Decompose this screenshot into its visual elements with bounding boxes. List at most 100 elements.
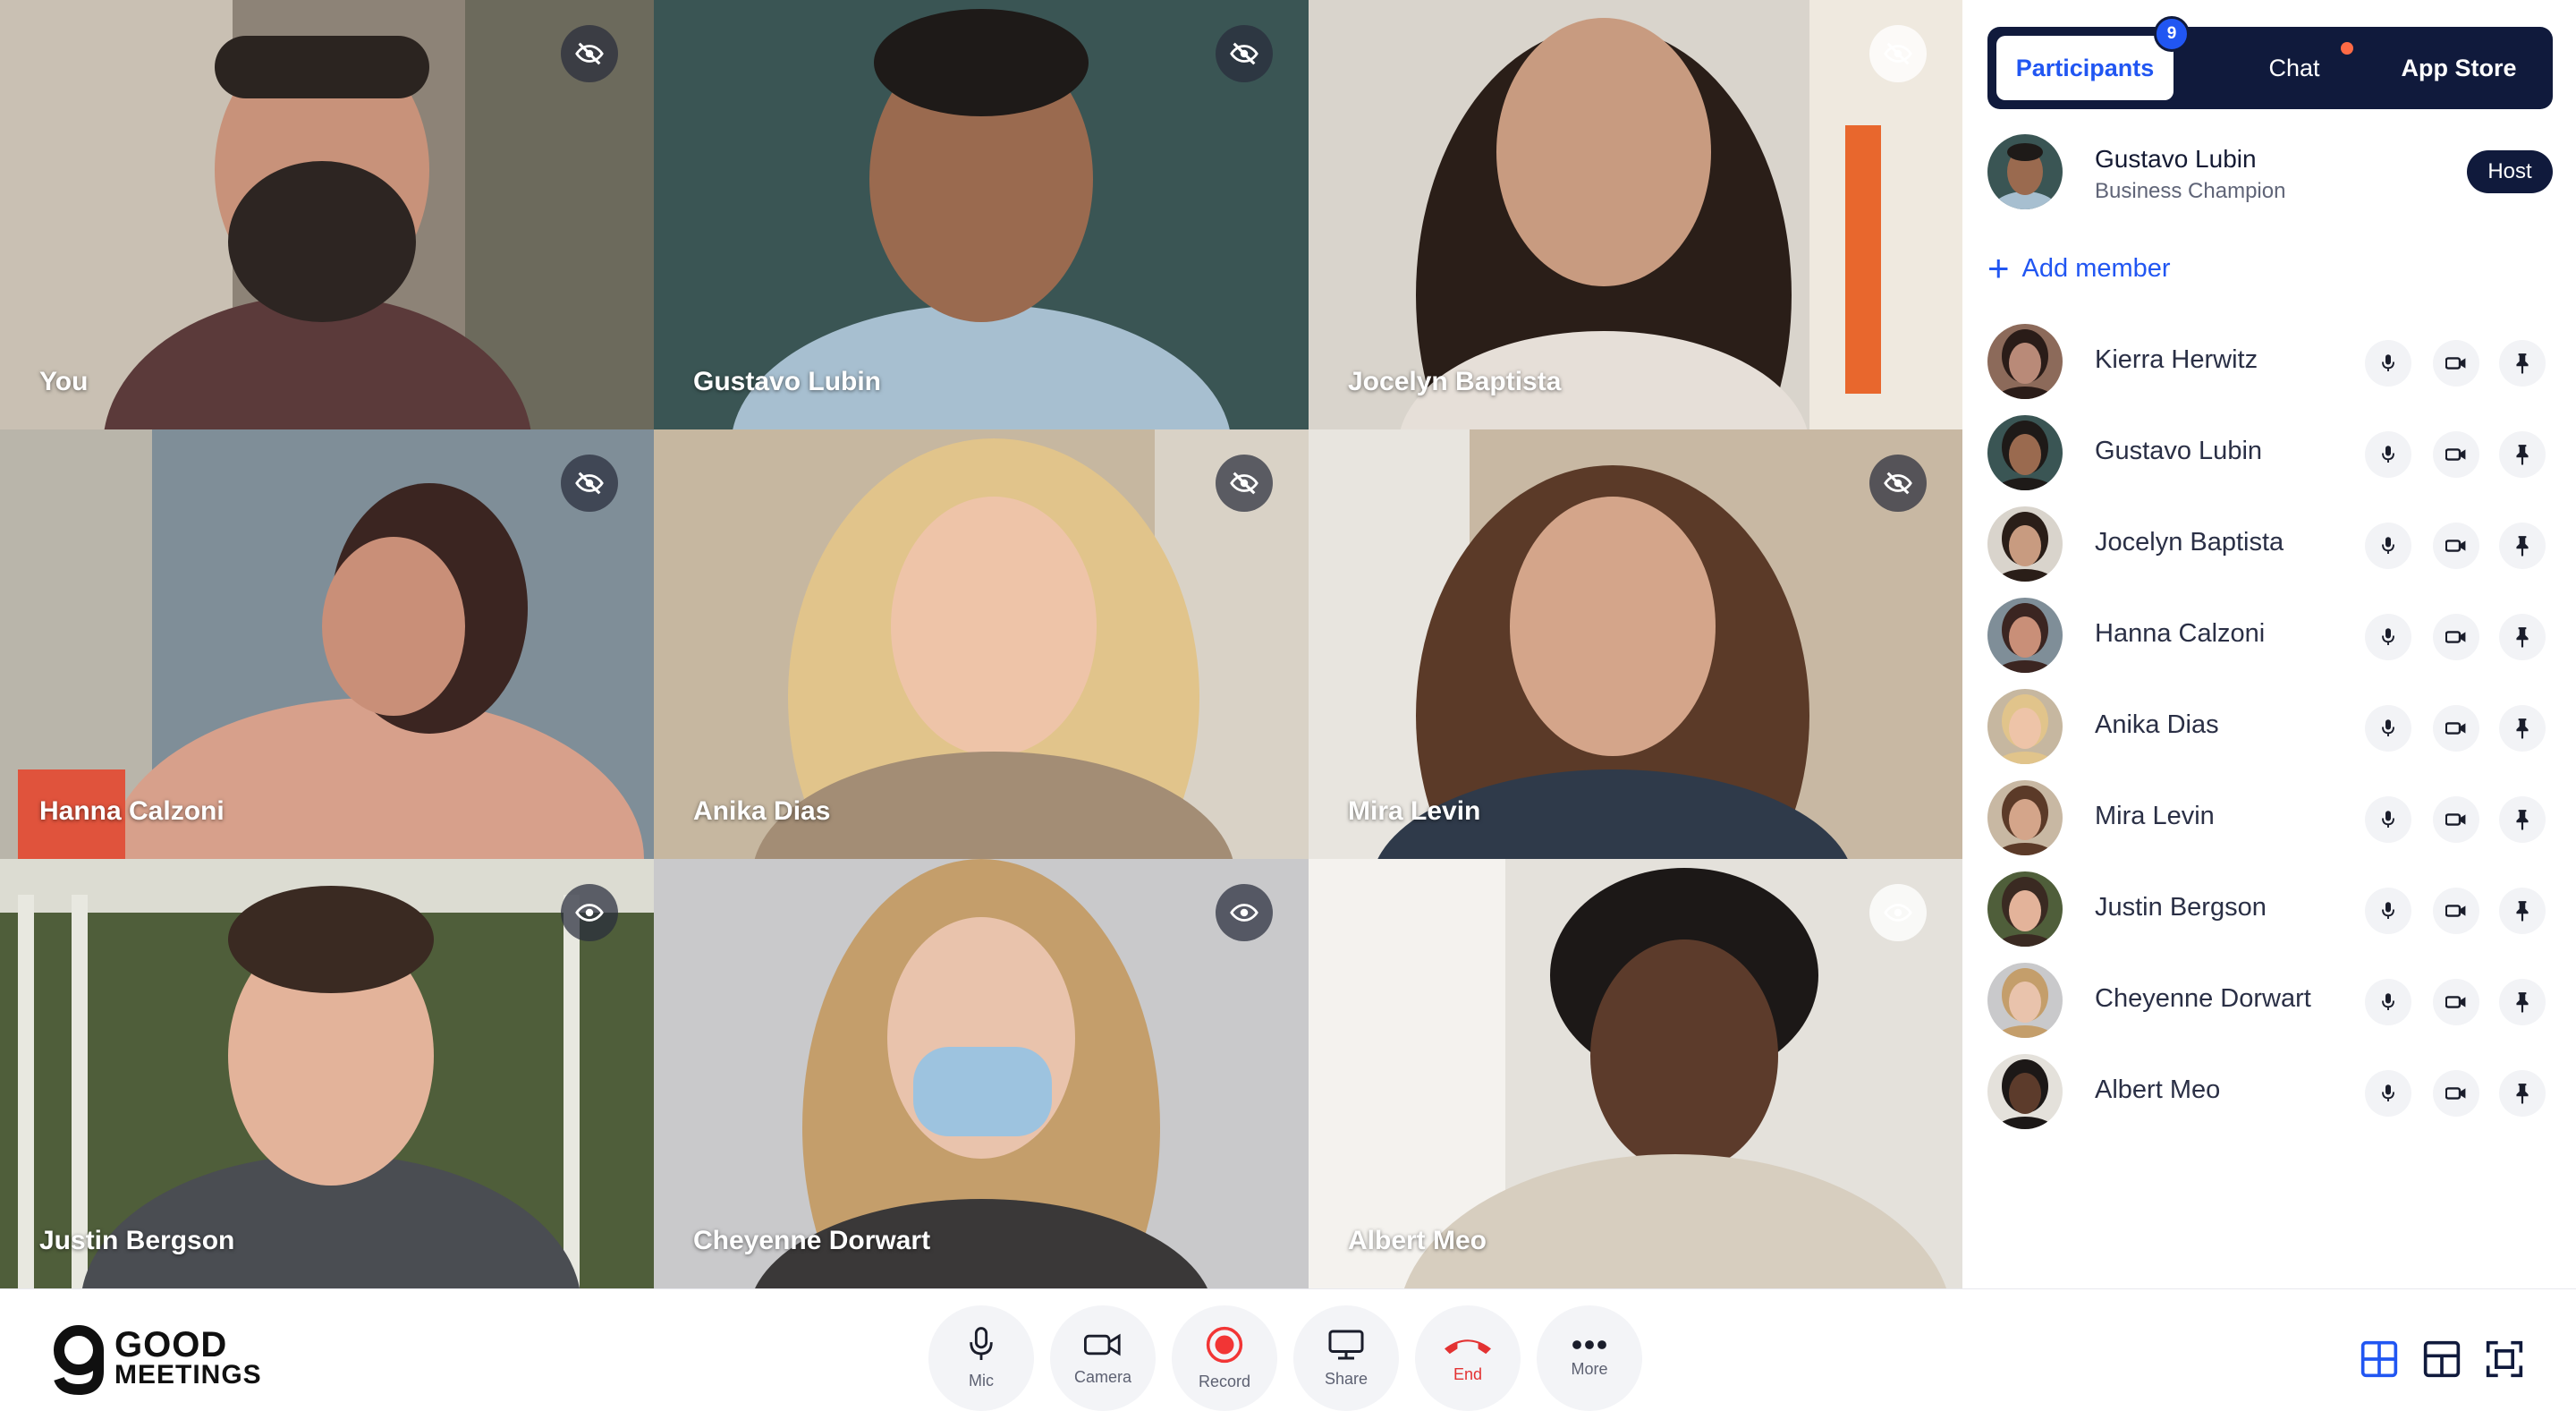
participant-camera-button[interactable] (2433, 523, 2479, 569)
eye-icon (1884, 904, 1912, 922)
mic-icon (2382, 811, 2394, 828)
show-video-toggle[interactable] (1216, 884, 1273, 941)
participant-camera-button[interactable] (2433, 796, 2479, 843)
video-feed (1309, 0, 1962, 429)
tab-participants[interactable]: Participants (1996, 36, 2174, 100)
video-tile-mira-levin[interactable]: Mira Levin (1309, 429, 1962, 859)
participant-mic-button[interactable] (2365, 523, 2411, 569)
hide-video-toggle[interactable] (561, 25, 618, 82)
participant-camera-button[interactable] (2433, 705, 2479, 752)
video-feed (0, 859, 654, 1288)
show-video-toggle[interactable] (561, 884, 618, 941)
video-feed (1309, 859, 1962, 1288)
video-tile-gustavo-lubin[interactable]: Gustavo Lubin (654, 0, 1309, 429)
participant-mic-button[interactable] (2365, 614, 2411, 660)
tab-app-store[interactable]: App Store (2374, 36, 2544, 100)
avatar (1987, 134, 2063, 209)
video-tile-albert-meo[interactable]: Albert Meo (1309, 859, 1962, 1288)
mic-icon (2382, 354, 2394, 371)
share-screen-icon (1328, 1330, 1364, 1359)
camera-button[interactable]: Camera (1050, 1305, 1156, 1411)
participant-camera-button[interactable] (2433, 888, 2479, 934)
participant-camera-button[interactable] (2433, 1070, 2479, 1117)
brand-logo: GOOD MEETINGS (52, 1325, 262, 1395)
video-grid: You Gustavo Lubin Jocelyn Baptista Hanna… (0, 0, 1962, 1288)
eye-off-icon (1884, 42, 1912, 65)
brand-line-2: MEETINGS (114, 1360, 262, 1390)
grid-view-icon[interactable] (2360, 1339, 2399, 1379)
participant-name: Gustavo Lubin (2095, 437, 2263, 465)
hide-video-toggle[interactable] (1869, 455, 1927, 512)
camera-icon (2445, 813, 2466, 826)
camera-icon (2445, 1087, 2466, 1100)
add-member-button[interactable]: + Add member (1987, 250, 2171, 287)
record-label: Record (1198, 1372, 1251, 1390)
host-name: Gustavo Lubin (2095, 145, 2257, 173)
host-row: Gustavo Lubin Business Champion Host (1987, 134, 2553, 209)
tile-name: Jocelyn Baptista (1348, 367, 1562, 396)
participant-mic-button[interactable] (2365, 431, 2411, 478)
tile-name: Gustavo Lubin (693, 367, 881, 396)
participant-pin-button[interactable] (2499, 888, 2546, 934)
tile-name: Hanna Calzoni (39, 796, 225, 826)
participant-mic-button[interactable] (2365, 1070, 2411, 1117)
hide-video-toggle[interactable] (1216, 455, 1273, 512)
participant-row: Mira Levin (1987, 780, 2553, 871)
participant-pin-button[interactable] (2499, 523, 2546, 569)
participant-mic-button[interactable] (2365, 340, 2411, 387)
camera-icon (2445, 540, 2466, 552)
mic-icon (2382, 537, 2394, 554)
mic-button[interactable]: Mic (928, 1305, 1034, 1411)
participant-camera-button[interactable] (2433, 979, 2479, 1025)
avatar (1987, 324, 2063, 399)
avatar (1987, 689, 2063, 764)
video-tile-anika-dias[interactable]: Anika Dias (654, 429, 1309, 859)
tile-name: Justin Bergson (39, 1226, 235, 1255)
video-tile-you[interactable]: You (0, 0, 654, 429)
participant-mic-button[interactable] (2365, 888, 2411, 934)
more-button[interactable]: More (1537, 1305, 1642, 1411)
show-video-toggle[interactable] (1869, 884, 1927, 941)
participant-pin-button[interactable] (2499, 796, 2546, 843)
participant-pin-button[interactable] (2499, 431, 2546, 478)
hide-video-toggle[interactable] (1869, 25, 1927, 82)
participant-mic-button[interactable] (2365, 705, 2411, 752)
speaker-view-icon[interactable] (2422, 1339, 2462, 1379)
participant-camera-button[interactable] (2433, 614, 2479, 660)
participant-camera-button[interactable] (2433, 340, 2479, 387)
mic-icon (970, 1326, 993, 1360)
video-tile-cheyenne-dorwart[interactable]: Cheyenne Dorwart (654, 859, 1309, 1288)
participant-row: Kierra Herwitz (1987, 324, 2553, 415)
participant-pin-button[interactable] (2499, 979, 2546, 1025)
video-tile-justin-bergson[interactable]: Justin Bergson (0, 859, 654, 1288)
eye-icon (1230, 904, 1258, 922)
eye-icon (575, 904, 604, 922)
video-feed (654, 0, 1309, 429)
hide-video-toggle[interactable] (1216, 25, 1273, 82)
video-tile-jocelyn-baptista[interactable]: Jocelyn Baptista (1309, 0, 1962, 429)
participant-mic-button[interactable] (2365, 796, 2411, 843)
video-tile-hanna-calzoni[interactable]: Hanna Calzoni (0, 429, 654, 859)
brand-line-1: GOOD (114, 1325, 228, 1364)
camera-icon (2445, 722, 2466, 735)
participant-pin-button[interactable] (2499, 614, 2546, 660)
mic-icon (2382, 446, 2394, 463)
participant-mic-button[interactable] (2365, 979, 2411, 1025)
participant-pin-button[interactable] (2499, 705, 2546, 752)
participant-row: Anika Dias (1987, 689, 2553, 780)
hide-video-toggle[interactable] (561, 455, 618, 512)
record-button[interactable]: Record (1172, 1305, 1277, 1411)
participant-pin-button[interactable] (2499, 1070, 2546, 1117)
mic-icon (2382, 1084, 2394, 1101)
participant-camera-button[interactable] (2433, 431, 2479, 478)
participant-row: Justin Bergson (1987, 871, 2553, 963)
participants-count-badge: 9 (2154, 16, 2190, 52)
eye-off-icon (1884, 472, 1912, 495)
participant-list: Kierra Herwitz Gustavo Lubin Jocelyn Bapti… (1987, 324, 2553, 1145)
participant-pin-button[interactable] (2499, 340, 2546, 387)
record-icon (1206, 1326, 1243, 1363)
end-call-button[interactable]: End (1415, 1305, 1521, 1411)
share-button[interactable]: Share (1293, 1305, 1399, 1411)
mic-icon (2382, 719, 2394, 736)
fullscreen-view-icon[interactable] (2485, 1339, 2524, 1379)
